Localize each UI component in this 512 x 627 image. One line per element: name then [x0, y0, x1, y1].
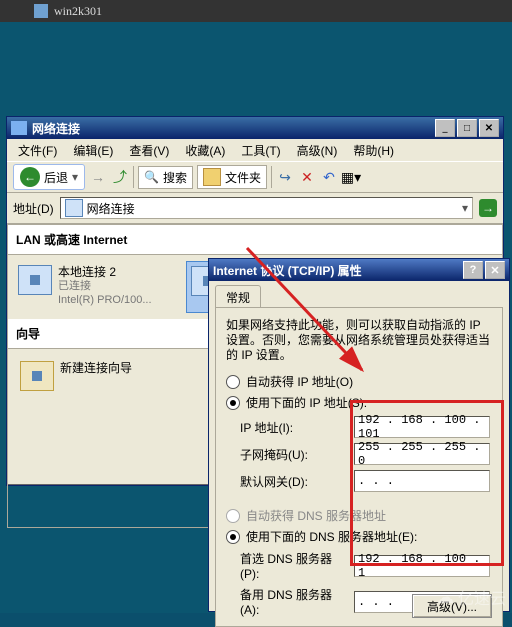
address-value: 网络连接: [87, 200, 135, 217]
maximize-button[interactable]: □: [457, 119, 477, 137]
close-button[interactable]: ✕: [485, 261, 505, 279]
tcpip-properties-dialog: Internet 协议 (TCP/IP) 属性 ? ✕ 常规 如果网络支持此功能…: [208, 258, 510, 612]
back-label: 后退: [44, 169, 68, 186]
radio-icon: [226, 509, 240, 523]
radio-auto-dns: 自动获得 DNS 服务器地址: [226, 507, 492, 524]
label-gateway: 默认网关(D):: [240, 473, 348, 490]
watermark: ☁ 亿速云: [436, 585, 506, 609]
radio-manual-ip[interactable]: 使用下面的 IP 地址(S):: [226, 394, 492, 411]
vm-titlebar: win2k301: [0, 0, 512, 22]
address-label: 地址(D): [13, 200, 54, 217]
minimize-button[interactable]: _: [435, 119, 455, 137]
delete-icon[interactable]: ✕: [298, 168, 316, 186]
input-ip[interactable]: 192 . 168 . 100 . 101: [354, 416, 490, 438]
menu-favorites[interactable]: 收藏(A): [178, 139, 232, 162]
address-dropdown-icon[interactable]: ▾: [462, 201, 468, 215]
wizard-label: 新建连接向导: [60, 361, 132, 375]
back-dropdown-icon[interactable]: ▾: [72, 170, 78, 184]
back-arrow-icon: ←: [20, 167, 40, 187]
watermark-text: 亿速云: [458, 585, 506, 609]
go-button[interactable]: →: [479, 199, 497, 217]
label-dns2: 备用 DNS 服务器(A):: [240, 586, 348, 617]
input-gateway[interactable]: . . .: [354, 470, 490, 492]
radio-label: 自动获得 DNS 服务器地址: [246, 507, 386, 524]
tab-general[interactable]: 常规: [215, 285, 261, 309]
radio-label: 使用下面的 DNS 服务器地址(E):: [246, 528, 417, 545]
address-input[interactable]: 网络连接 ▾: [60, 197, 473, 219]
menu-edit[interactable]: 编辑(E): [66, 139, 120, 162]
search-button[interactable]: 🔍 搜索: [138, 166, 193, 189]
section-header-lan: LAN 或高速 Internet: [8, 225, 502, 255]
connection-device: Intel(R) PRO/100...: [58, 293, 152, 307]
help-button[interactable]: ?: [463, 261, 483, 279]
radio-icon: [226, 530, 240, 544]
folders-label: 文件夹: [225, 169, 261, 186]
menu-tools[interactable]: 工具(T): [234, 139, 287, 162]
input-mask[interactable]: 255 . 255 . 255 . 0: [354, 443, 490, 465]
menubar: 文件(F) 编辑(E) 查看(V) 收藏(A) 工具(T) 高级(N) 帮助(H…: [7, 139, 503, 161]
connection-item-1[interactable]: 本地连接 2 已连接 Intel(R) PRO/100...: [14, 261, 156, 313]
up-button[interactable]: ⤴: [111, 168, 129, 186]
undo-icon[interactable]: ↶: [320, 168, 338, 186]
radio-label: 使用下面的 IP 地址(S):: [246, 394, 367, 411]
vm-icon: [34, 4, 48, 18]
general-tab-body: 如果网络支持此功能，则可以获取自动指派的 IP 设置。否则，您需要从网络系统管理…: [215, 307, 503, 627]
label-dns1: 首选 DNS 服务器(P):: [240, 550, 348, 581]
description-text: 如果网络支持此功能，则可以获取自动指派的 IP 设置。否则，您需要从网络系统管理…: [226, 318, 492, 363]
address-icon: [65, 199, 83, 217]
forward-mail-icon[interactable]: ↪: [276, 168, 294, 186]
folders-icon: [203, 168, 221, 186]
search-label: 搜索: [163, 169, 187, 186]
radio-label: 自动获得 IP 地址(O): [246, 373, 353, 390]
window-title: 网络连接: [32, 120, 80, 137]
toolbar: ← 后退 ▾ → ⤴ 🔍 搜索 文件夹 ↪ ✕ ↶ ▦▾: [7, 161, 503, 193]
connection-name: 本地连接 2: [58, 265, 152, 279]
folders-button[interactable]: 文件夹: [197, 165, 267, 189]
app-icon: [11, 121, 27, 135]
close-button[interactable]: ✕: [479, 119, 499, 137]
radio-manual-dns[interactable]: 使用下面的 DNS 服务器地址(E):: [226, 528, 492, 545]
cloud-icon: ☁: [436, 587, 454, 608]
input-dns1[interactable]: 192 . 168 . 100 . 1: [354, 555, 490, 577]
wizard-icon: [20, 361, 54, 391]
menu-help[interactable]: 帮助(H): [346, 139, 401, 162]
radio-icon: [226, 396, 240, 410]
menu-advanced[interactable]: 高级(N): [290, 139, 345, 162]
back-button[interactable]: ← 后退 ▾: [13, 164, 85, 190]
titlebar[interactable]: 网络连接 _ □ ✕: [7, 117, 503, 139]
addressbar: 地址(D) 网络连接 ▾ →: [7, 193, 503, 224]
search-icon: 🔍: [144, 170, 159, 184]
forward-button[interactable]: →: [89, 168, 107, 186]
vm-title: win2k301: [54, 4, 102, 19]
network-adapter-icon: [18, 265, 52, 295]
label-ip: IP 地址(I):: [240, 419, 348, 436]
dialog-title: Internet 协议 (TCP/IP) 属性: [213, 262, 362, 279]
views-button[interactable]: ▦▾: [342, 168, 360, 186]
menu-view[interactable]: 查看(V): [122, 139, 176, 162]
dialog-titlebar[interactable]: Internet 协议 (TCP/IP) 属性 ? ✕: [209, 259, 509, 281]
menu-file[interactable]: 文件(F): [11, 139, 64, 162]
radio-auto-ip[interactable]: 自动获得 IP 地址(O): [226, 373, 492, 390]
connection-status: 已连接: [58, 279, 152, 293]
label-mask: 子网掩码(U):: [240, 446, 348, 463]
radio-icon: [226, 375, 240, 389]
